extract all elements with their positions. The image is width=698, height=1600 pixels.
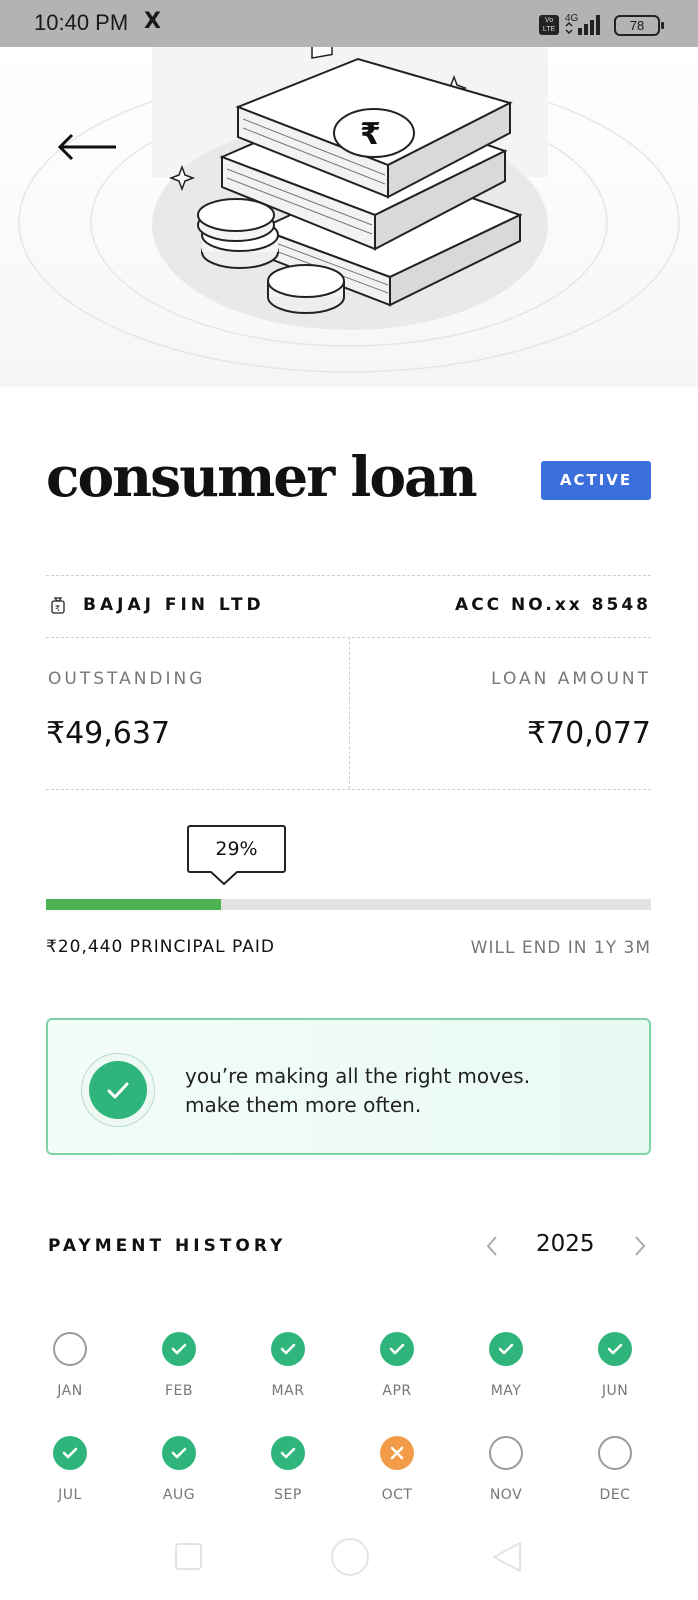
month-label: MAR: [271, 1383, 305, 1399]
empty-circle-icon: [53, 1332, 87, 1366]
status-time: 10:40 PM: [34, 10, 129, 35]
paid-check-icon: [598, 1332, 632, 1366]
encouragement-card: you’re making all the right moves. make …: [46, 1018, 651, 1155]
month-label: SEP: [274, 1487, 302, 1503]
month-feb: FEB: [139, 1332, 219, 1422]
money-bag-icon: ₹: [51, 597, 65, 614]
paid-check-icon: [380, 1332, 414, 1366]
recent-apps-button[interactable]: [175, 1543, 202, 1570]
hero-illustration: ₹: [0, 47, 698, 387]
svg-text:₹: ₹: [55, 604, 60, 613]
month-oct: OCT: [357, 1436, 437, 1526]
divider: [46, 575, 651, 576]
month-label: JUN: [601, 1383, 629, 1399]
divider-vertical: [349, 637, 350, 789]
signal-icon: 4G: [565, 13, 600, 35]
month-may: MAY: [466, 1332, 546, 1422]
next-year-button[interactable]: [629, 1231, 651, 1261]
month-label: AUG: [162, 1487, 196, 1503]
month-label: OCT: [381, 1487, 413, 1503]
previous-year-button[interactable]: [481, 1231, 503, 1261]
arrow-left-icon: [57, 133, 116, 161]
back-button[interactable]: [56, 130, 120, 164]
loan-amount-value: ₹70,077: [526, 716, 651, 751]
lender-name: BAJAJ FIN LTD: [83, 595, 265, 615]
chevron-right-icon: [635, 1236, 646, 1256]
outstanding-label: OUTSTANDING: [48, 669, 206, 689]
message-line-2: make them more often.: [185, 1093, 422, 1117]
svg-text:₹: ₹: [360, 117, 381, 152]
progress-fill: [46, 899, 222, 910]
page-title: consumer loan: [46, 444, 478, 509]
status-badge: ACTIVE: [541, 461, 651, 500]
paid-check-icon: [53, 1436, 87, 1470]
tooltip-pointer: [211, 871, 237, 885]
month-jan: JAN: [30, 1332, 110, 1422]
divider: [46, 789, 651, 790]
month-label: DEC: [599, 1487, 631, 1503]
lender-row: ₹ BAJAJ FIN LTD ACC NO.xx 8548: [46, 592, 651, 622]
month-mar: MAR: [248, 1332, 328, 1422]
month-label: FEB: [164, 1383, 193, 1399]
month-jul: JUL: [30, 1436, 110, 1526]
success-badge: [89, 1061, 147, 1119]
money-stack-illustration: ₹: [18, 47, 680, 373]
battery-icon: 78: [614, 15, 664, 36]
paid-check-icon: [271, 1436, 305, 1470]
month-label: NOV: [489, 1487, 523, 1503]
paid-check-icon: [271, 1332, 305, 1366]
empty-circle-icon: [489, 1436, 523, 1470]
chevron-left-icon: [486, 1236, 497, 1256]
month-label: JAN: [57, 1383, 83, 1399]
month-label: JUL: [58, 1487, 82, 1503]
account-number: ACC NO.xx 8548: [455, 595, 651, 615]
progress-percent-tooltip: 29%: [187, 825, 286, 873]
month-label: MAY: [490, 1383, 522, 1399]
check-icon: [107, 1082, 129, 1099]
month-dec: DEC: [575, 1436, 655, 1526]
principal-paid: ₹20,440 PRINCIPAL PAID: [46, 937, 275, 957]
payment-history-title: PAYMENT HISTORY: [48, 1236, 287, 1256]
paid-check-icon: [162, 1332, 196, 1366]
paid-check-icon: [489, 1332, 523, 1366]
loan-amount-label: LOAN AMOUNT: [491, 669, 651, 689]
year-label: 2025: [536, 1231, 595, 1257]
outstanding-value: ₹49,637: [46, 716, 171, 751]
month-apr: APR: [357, 1332, 437, 1422]
paid-check-icon: [162, 1436, 196, 1470]
month-nov: NOV: [466, 1436, 546, 1526]
month-sep: SEP: [248, 1436, 328, 1526]
month-jun: JUN: [575, 1332, 655, 1422]
empty-circle-icon: [598, 1436, 632, 1470]
missed-cross-icon: [380, 1436, 414, 1470]
volte-icon: Vo LTE: [539, 15, 559, 35]
svg-text:4G: 4G: [565, 13, 579, 24]
month-aug: AUG: [139, 1436, 219, 1526]
system-back-button[interactable]: [490, 1539, 524, 1575]
repayment-progress-bar: [46, 899, 651, 910]
home-button[interactable]: [331, 1538, 369, 1576]
status-bar: 10:40 PM X Vo LTE 4G 78: [0, 0, 698, 47]
month-label: APR: [382, 1383, 412, 1399]
loan-end-info: WILL END IN 1Y 3M: [470, 938, 651, 958]
x-app-icon: X: [144, 9, 161, 34]
message-line-1: you’re making all the right moves.: [185, 1064, 531, 1088]
